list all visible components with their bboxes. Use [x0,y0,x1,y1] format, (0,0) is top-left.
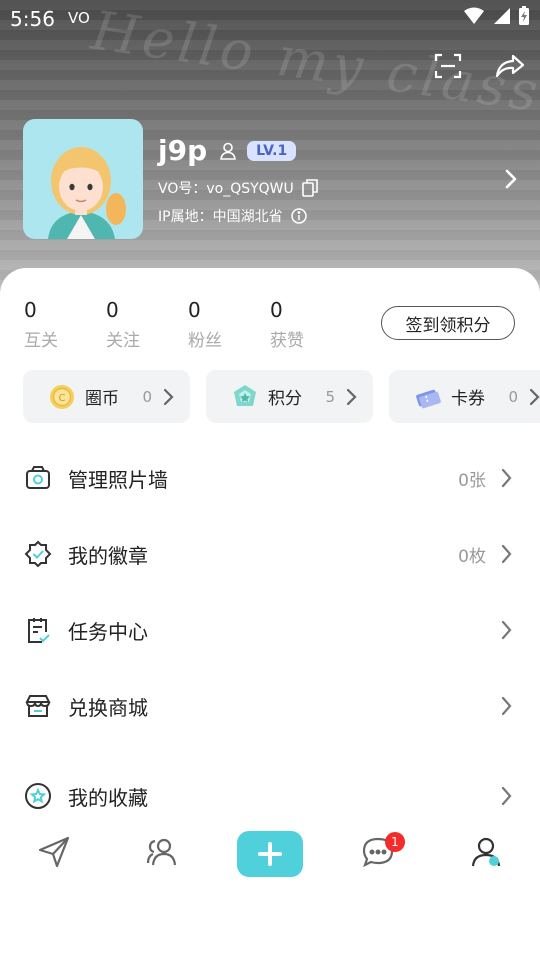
avatar[interactable] [23,119,143,239]
profile-header: Hello my class 5:56 VO j9p LV.1 VO号：vo_Q… [0,0,540,300]
nav-add-button[interactable] [237,831,303,877]
wifi-icon [464,7,484,25]
stat-followers[interactable]: 0 粉丝 [188,298,270,351]
wallet-item-points[interactable]: 积分 5 [206,370,373,423]
username: j9p [158,134,208,167]
info-icon[interactable] [290,208,307,224]
stat-label: 关注 [106,331,140,351]
chevron-right-icon [500,620,512,640]
wallet-item-coupons[interactable]: 卡券 0 [389,370,540,423]
nav-friends-icon[interactable] [144,834,180,870]
ip-location: IP属地：中国湖北省 [158,209,283,225]
menu-item-badges[interactable]: 我的徽章 0枚 [0,516,540,592]
menu-item-shop[interactable]: 兑换商城 [0,668,540,744]
wallet-scroller[interactable]: C 圈币 0 积分 5 卡券 0 [0,370,540,430]
chevron-right-icon [528,388,540,406]
chevron-right-icon [500,696,512,716]
vo-id-row: VO号：vo_QSYQWU [158,178,318,198]
share-icon[interactable] [494,50,526,82]
name-row: j9p LV.1 [158,134,297,167]
task-icon [24,616,52,644]
stat-label: 获赞 [270,331,304,351]
chevron-right-icon [500,786,512,806]
battery-icon [518,6,530,26]
avatar-illustration-icon [48,147,126,239]
header-actions [432,50,526,82]
checkin-button[interactable]: 签到领积分 [381,306,515,340]
ip-location-row: IP属地：中国湖北省 [158,206,307,226]
wallet-count: 0 [508,387,518,406]
menu-label: 任务中心 [68,619,148,644]
signal-icon [492,7,510,25]
stat-value: 0 [188,298,201,322]
plus-icon [258,842,282,866]
menu-list: 管理照片墙 0张 我的徽章 0枚 任务中心 兑换商城 我的收藏 [0,440,540,834]
menu-value: 0张 [458,470,486,491]
profile-chevron-right-icon[interactable] [502,166,520,192]
wallet-label: 积分 [268,389,302,409]
stat-label: 互关 [24,331,58,351]
gender-person-icon [219,142,237,160]
status-time: 5:56 [10,7,55,31]
menu-label: 兑换商城 [68,695,148,720]
status-bar: 5:56 VO [0,0,540,36]
menu-label: 我的徽章 [68,543,148,568]
scan-icon[interactable] [432,50,464,82]
nav-profile-icon[interactable] [468,834,504,870]
chevron-right-icon [345,388,357,406]
status-icons [464,6,530,26]
chevron-right-icon [500,544,512,564]
stat-value: 0 [106,298,119,322]
coupon-icon [415,384,441,410]
favorite-icon [24,782,52,810]
stat-value: 0 [270,298,283,322]
wallet-label: 圈币 [85,389,119,409]
vo-id: VO号：vo_QSYQWU [158,181,294,197]
photo-wall-icon [24,464,52,492]
menu-label: 管理照片墙 [68,467,168,492]
copy-icon[interactable] [301,179,318,197]
stat-value: 0 [24,298,37,322]
wallet-row: C 圈币 0 积分 5 卡券 0 [23,370,540,423]
wallet-count: 0 [142,387,152,406]
message-badge: 1 [385,832,405,852]
menu-item-photo-wall[interactable]: 管理照片墙 0张 [0,440,540,516]
wallet-item-coins[interactable]: C 圈币 0 [23,370,190,423]
points-icon [232,384,258,410]
bottom-nav: 1 [0,820,540,890]
menu-label: 我的收藏 [68,785,148,810]
svg-text:C: C [59,393,66,404]
stat-mutual[interactable]: 0 互关 [24,298,106,351]
coin-icon: C [49,384,75,410]
nav-send-icon[interactable] [36,834,72,870]
menu-item-tasks[interactable]: 任务中心 [0,592,540,668]
status-vo-indicator: VO [68,9,90,27]
stat-following[interactable]: 0 关注 [106,298,188,351]
stat-likes[interactable]: 0 获赞 [270,298,352,351]
shop-icon [24,692,52,720]
level-badge: LV.1 [247,140,297,161]
stat-label: 粉丝 [188,331,222,351]
badge-icon [24,540,52,568]
wallet-count: 5 [325,387,335,406]
stats-row: 0 互关 0 关注 0 粉丝 0 获赞 [24,298,352,351]
chevron-right-icon [162,388,174,406]
menu-value: 0枚 [458,546,486,567]
chevron-right-icon [500,468,512,488]
wallet-label: 卡券 [451,389,485,409]
